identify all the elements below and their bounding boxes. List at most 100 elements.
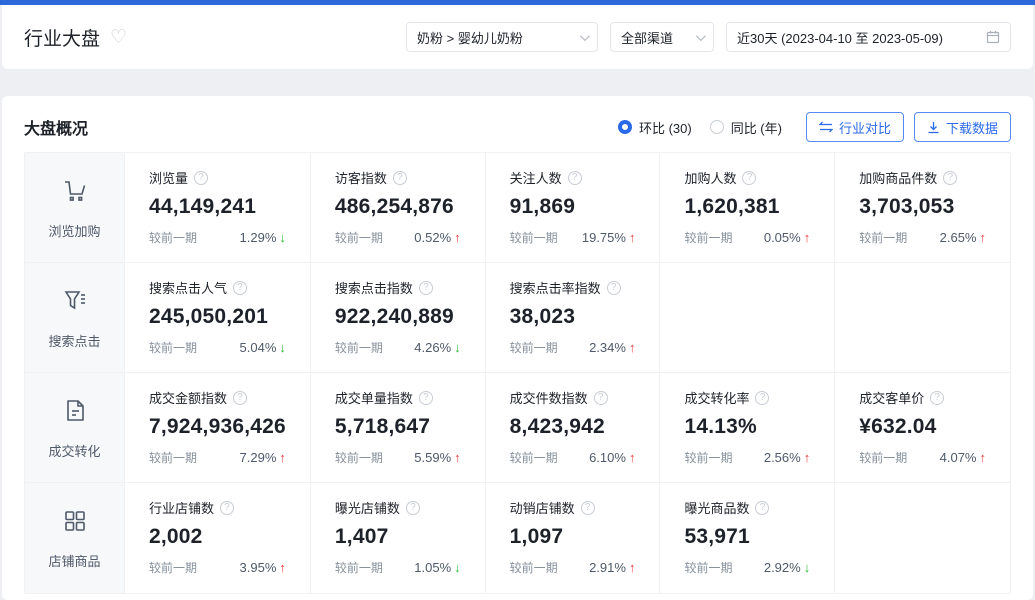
compare-mode-radio-group: 环比 (30) 同比 (年) <box>618 118 782 137</box>
delta-percent: 5.59% <box>414 450 451 465</box>
download-data-button[interactable]: 下载数据 <box>914 112 1011 142</box>
help-icon[interactable] <box>742 171 756 185</box>
help-icon[interactable] <box>755 501 769 515</box>
metric-label: 搜索点击率指数 <box>510 278 601 297</box>
help-icon[interactable] <box>755 391 769 405</box>
metric-label: 搜索点击人气 <box>149 278 227 297</box>
empty-cell <box>835 483 1010 593</box>
radio-period-over-period[interactable]: 环比 (30) <box>618 118 692 137</box>
help-icon[interactable] <box>581 501 595 515</box>
metric-value: 7,924,936,426 <box>149 415 286 439</box>
metric-value: 5,718,647 <box>335 415 461 439</box>
metric-card: 搜索点击人气 245,050,201 较前一期5.04% <box>125 263 311 373</box>
trend-arrow-icon <box>804 450 811 465</box>
grid-icon <box>60 506 90 541</box>
radio-year-over-year[interactable]: 同比 (年) <box>710 118 782 137</box>
delta-label: 较前一期 <box>510 339 558 356</box>
trend-arrow-icon <box>454 230 461 245</box>
delta-label: 较前一期 <box>335 449 383 466</box>
metric-card: 浏览量 44,149,241 较前一期1.29% <box>125 153 311 263</box>
row-group-browse-addcart: 浏览加购 <box>25 153 125 263</box>
radio-dot <box>710 120 724 134</box>
help-icon[interactable] <box>419 281 433 295</box>
empty-cell <box>660 263 835 373</box>
trend-arrow-icon <box>629 560 636 575</box>
delta-percent: 1.05% <box>414 560 451 575</box>
metric-card: 搜索点击率指数 38,023 较前一期2.34% <box>486 263 661 373</box>
help-icon[interactable] <box>406 501 420 515</box>
metric-value: 486,254,876 <box>335 195 461 219</box>
category-select-value: 奶粉 > 婴幼儿奶粉 <box>417 28 523 47</box>
metric-card: 曝光店铺数 1,407 较前一期1.05% <box>311 483 486 593</box>
favorite-heart-icon[interactable]: ♡ <box>110 28 127 47</box>
metric-value: 91,869 <box>510 195 636 219</box>
trend-arrow-icon <box>279 560 286 575</box>
trend-arrow-icon <box>279 340 286 355</box>
metric-label: 成交转化率 <box>684 388 749 407</box>
delta-label: 较前一期 <box>859 229 907 246</box>
row-group-label: 成交转化 <box>48 441 100 460</box>
metric-card: 曝光商品数 53,971 较前一期2.92% <box>660 483 835 593</box>
metric-card: 成交单量指数 5,718,647 较前一期 5.59% <box>311 373 486 483</box>
help-icon[interactable] <box>233 281 247 295</box>
category-select[interactable]: 奶粉 > 婴幼儿奶粉 <box>406 22 598 52</box>
metric-value: 44,149,241 <box>149 195 286 219</box>
delta-label: 较前一期 <box>684 449 732 466</box>
calendar-icon <box>986 30 1000 44</box>
metric-card: 关注人数 91,869 较前一期19.75% <box>486 153 661 263</box>
delta-label: 较前一期 <box>149 339 197 356</box>
metric-label: 搜索点击指数 <box>335 278 413 297</box>
metric-label: 曝光店铺数 <box>335 498 400 517</box>
metric-card: 加购人数 1,620,381 较前一期0.05% <box>660 153 835 263</box>
help-icon[interactable] <box>393 171 407 185</box>
delta-label: 较前一期 <box>859 449 907 466</box>
trend-arrow-icon <box>804 560 811 575</box>
trend-arrow-icon <box>279 230 286 245</box>
help-icon[interactable] <box>568 171 582 185</box>
metric-label: 成交客单价 <box>859 388 924 407</box>
metric-value: 3,703,053 <box>859 195 986 219</box>
industry-compare-button[interactable]: 行业对比 <box>806 112 904 142</box>
trend-arrow-icon <box>454 450 461 465</box>
date-range-picker[interactable]: 近30天 (2023-04-10 至 2023-05-09) <box>726 22 1011 52</box>
delta-percent: 5.04% <box>240 340 277 355</box>
help-icon[interactable] <box>943 171 957 185</box>
delta-label: 较前一期 <box>510 449 558 466</box>
help-icon[interactable] <box>233 391 247 405</box>
swap-arrows-icon <box>819 121 833 133</box>
help-icon[interactable] <box>930 391 944 405</box>
help-icon[interactable] <box>594 391 608 405</box>
help-icon[interactable] <box>607 281 621 295</box>
delta-label: 较前一期 <box>335 339 383 356</box>
row-group-shop-product: 店铺商品 <box>25 483 125 593</box>
metric-label: 成交单量指数 <box>335 388 413 407</box>
trend-arrow-icon <box>980 450 987 465</box>
chevron-down-icon <box>580 31 590 41</box>
delta-percent: 3.95% <box>240 560 277 575</box>
delta-percent: 6.10% <box>589 450 626 465</box>
delta-percent: 4.07% <box>940 450 977 465</box>
button-label: 下载数据 <box>946 118 998 137</box>
trend-arrow-icon <box>629 230 636 245</box>
channel-select[interactable]: 全部渠道 <box>610 22 714 52</box>
metric-label: 成交金额指数 <box>149 388 227 407</box>
metric-value: 1,407 <box>335 525 461 549</box>
metric-value: 8,423,942 <box>510 415 636 439</box>
chevron-down-icon <box>696 31 706 41</box>
delta-label: 较前一期 <box>149 449 197 466</box>
delta-percent: 4.26% <box>414 340 451 355</box>
radio-label: 同比 (年) <box>731 118 782 137</box>
metric-value: 1,620,381 <box>684 195 810 219</box>
metric-card: 访客指数 486,254,876 较前一期0.52% <box>311 153 486 263</box>
delta-percent: 2.92% <box>764 560 801 575</box>
cart-icon <box>60 176 90 211</box>
delta-label: 较前一期 <box>149 229 197 246</box>
delta-percent: 2.56% <box>764 450 801 465</box>
metrics-table: 浏览加购 浏览量 44,149,241 较前一期1.29% 访客指数 486,2… <box>24 152 1011 594</box>
metric-card: 成交转化率 14.13% 较前一期2.56% <box>660 373 835 483</box>
help-icon[interactable] <box>419 391 433 405</box>
radio-dot <box>618 120 632 134</box>
help-icon[interactable] <box>220 501 234 515</box>
delta-percent: 0.05% <box>764 230 801 245</box>
help-icon[interactable] <box>194 171 208 185</box>
